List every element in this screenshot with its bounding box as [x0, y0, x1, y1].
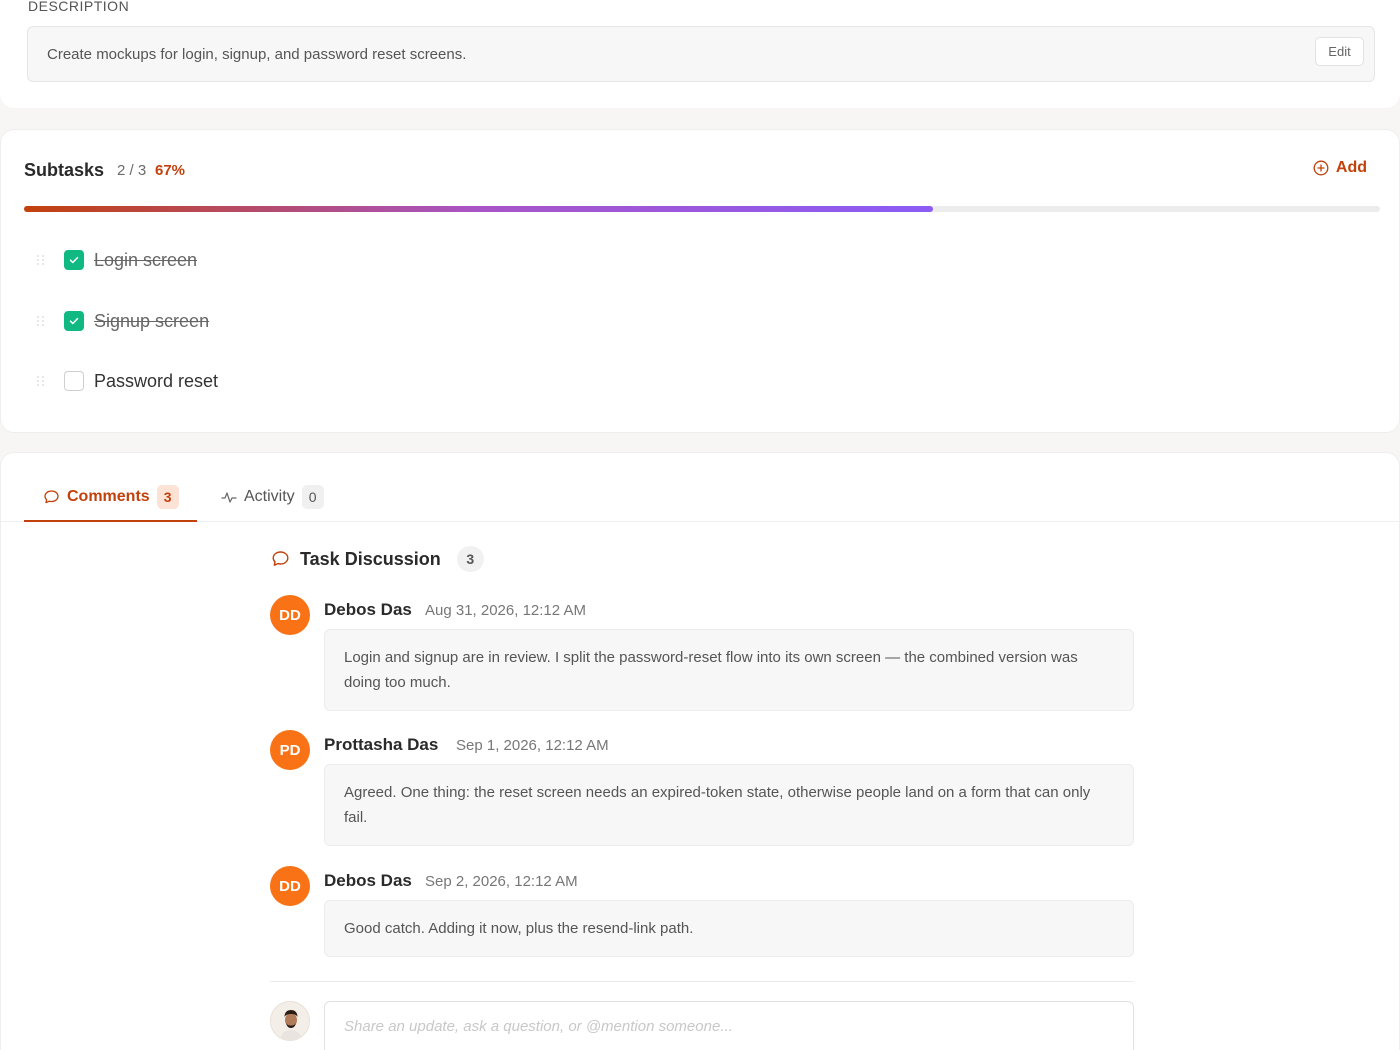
add-subtask-button[interactable]: Add — [1313, 159, 1367, 177]
subtask-item: Signup screen — [37, 309, 209, 333]
comment-reply-input[interactable] — [324, 1001, 1134, 1050]
subtasks-progress-bar — [24, 206, 1380, 212]
subtasks-percent: 67% — [155, 162, 186, 179]
subtasks-count: 2 / 3 — [117, 162, 147, 179]
avatar[interactable]: DD — [270, 866, 310, 906]
comments-count-badge: 3 — [156, 485, 179, 509]
tab-comments[interactable]: Comments 3 — [43, 485, 179, 509]
comment-body: Login and signup are in review. I split … — [324, 629, 1134, 711]
plus-circle-icon — [1313, 160, 1329, 176]
avatar[interactable]: PD — [270, 730, 310, 770]
user-photo-icon — [271, 1002, 309, 1040]
discussion-header: Task Discussion 3 — [271, 546, 484, 572]
comment-body: Agreed. One thing: the reset screen need… — [324, 764, 1134, 846]
avatar[interactable]: DD — [270, 595, 310, 635]
comment-author[interactable]: Prottasha Das — [324, 735, 438, 755]
subtasks-section: Subtasks 2 / 3 67% Add Login screen Sign… — [0, 129, 1400, 433]
check-icon — [69, 256, 79, 264]
subtask-checkbox[interactable] — [64, 311, 84, 331]
drag-handle-icon[interactable] — [37, 252, 47, 268]
subtask-label: Password reset — [94, 370, 219, 391]
drag-handle-icon[interactable] — [37, 373, 47, 389]
tabs-divider — [1, 521, 1400, 522]
current-user-avatar — [270, 1001, 310, 1041]
tab-activity[interactable]: Activity 0 — [221, 485, 324, 509]
subtask-checkbox[interactable] — [64, 371, 84, 391]
discussion-count-badge: 3 — [456, 546, 484, 572]
comments-section: Comments 3 Activity 0 Task Discussion 3 … — [0, 452, 1400, 1050]
subtask-item: Password reset — [37, 369, 218, 393]
comment-author[interactable]: Debos Das — [324, 600, 412, 620]
drag-handle-icon[interactable] — [37, 313, 47, 329]
speech-bubble-icon — [272, 551, 289, 566]
edit-description-button[interactable]: Edit — [1315, 37, 1364, 66]
description-section: DESCRIPTION Create mockups for login, si… — [0, 0, 1400, 108]
comment-timestamp: Sep 1, 2026, 12:12 AM — [456, 737, 609, 754]
reply-divider — [270, 981, 1134, 982]
subtasks-progress-fill — [24, 206, 933, 212]
subtask-checkbox[interactable] — [64, 250, 84, 270]
speech-bubble-icon — [44, 490, 59, 504]
description-label: DESCRIPTION — [28, 0, 130, 14]
subtasks-title: Subtasks — [24, 160, 105, 180]
comment-timestamp: Aug 31, 2026, 12:12 AM — [425, 602, 586, 619]
tab-comments-label: Comments — [67, 488, 150, 505]
comment-author[interactable]: Debos Das — [324, 871, 412, 891]
check-icon — [69, 317, 79, 325]
comment-body: Good catch. Adding it now, plus the rese… — [324, 900, 1134, 957]
description-text: Create mockups for login, signup, and pa… — [47, 46, 467, 63]
subtask-label: Login screen — [94, 249, 198, 270]
discussion-title: Task Discussion — [300, 548, 441, 569]
active-tab-indicator — [24, 520, 197, 522]
subtask-label: Signup screen — [94, 310, 210, 331]
add-subtask-label: Add — [1335, 159, 1367, 176]
subtask-item: Login screen — [37, 248, 197, 272]
description-box: Create mockups for login, signup, and pa… — [27, 26, 1375, 82]
activity-count-badge: 0 — [301, 485, 324, 509]
tab-activity-label: Activity — [244, 488, 295, 505]
comment-timestamp: Sep 2, 2026, 12:12 AM — [425, 873, 578, 890]
activity-pulse-icon — [221, 492, 237, 503]
